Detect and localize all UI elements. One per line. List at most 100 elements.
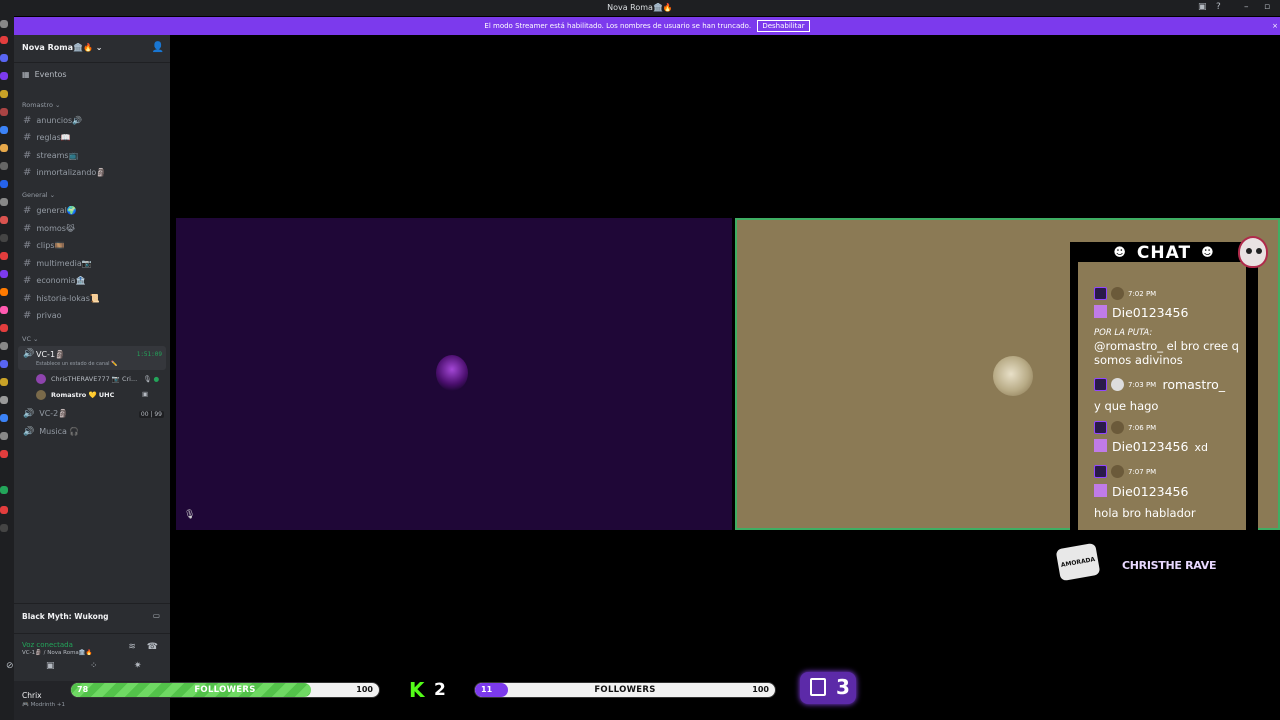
category-vc[interactable]: VC ⌄	[22, 335, 39, 343]
add-user-icon[interactable]: 👤	[152, 42, 164, 53]
channel-clips[interactable]: # clips🎞️	[23, 240, 64, 251]
channel-multimedia[interactable]: # multimedia📷	[23, 258, 92, 269]
server-icon[interactable]	[0, 144, 8, 152]
user-status: 🎮 Modrinth +1	[22, 702, 65, 708]
hashtag-icon: #	[23, 240, 32, 251]
avatar	[436, 355, 468, 391]
twitch-icon	[1094, 378, 1107, 391]
server-icon[interactable]	[0, 180, 8, 188]
channel-general[interactable]: # general🌍	[23, 205, 77, 216]
server-icon[interactable]	[0, 36, 8, 44]
calendar-icon: ▦	[22, 70, 30, 79]
server-icon[interactable]	[0, 162, 8, 170]
voice-channel-name: VC-1🗿	[36, 350, 65, 359]
server-icon[interactable]	[0, 216, 8, 224]
server-icon[interactable]	[0, 90, 8, 98]
disable-streamer-button[interactable]: Deshabilitar	[757, 20, 810, 32]
voice-duration: 1:51:09	[136, 351, 162, 358]
video-tile-user[interactable]: 🎙	[176, 218, 732, 530]
server-icon[interactable]	[0, 432, 8, 440]
window-title: Nova Roma🏛️🔥	[607, 3, 673, 12]
channel-historia-lokas[interactable]: # historia-lokas📜	[23, 293, 100, 304]
voice-connected-label[interactable]: Voz conectada	[22, 641, 73, 649]
channel-status[interactable]: Establece un estado de canal ✏️	[36, 361, 117, 367]
server-icon[interactable]	[0, 342, 8, 350]
server-icon[interactable]	[0, 378, 8, 386]
server-icon[interactable]	[0, 54, 8, 62]
voice-connection-panel: Voz conectada VC-1🗿 / Nova Roma🏛️🔥 ≋ ☎ ⊘…	[6, 633, 170, 673]
server-icon[interactable]	[0, 198, 8, 206]
voice-channel-vc2[interactable]: 🔊 VC-2🗿	[23, 409, 68, 419]
channel-streams[interactable]: # streams📺	[23, 150, 79, 161]
server-icon[interactable]	[0, 234, 8, 242]
server-icon[interactable]	[0, 72, 8, 80]
category-romastro[interactable]: Romastro ⌄	[22, 101, 60, 109]
server-name: Nova Roma🏛️🔥	[22, 43, 93, 52]
noise-suppression-icon[interactable]: ≋	[128, 642, 136, 652]
channel-economia[interactable]: # economia🏦	[23, 275, 85, 286]
server-icon[interactable]	[0, 20, 8, 28]
minimize-icon[interactable]: –	[1244, 2, 1249, 12]
camera-off-icon[interactable]: ⊘	[6, 661, 14, 671]
maximize-icon[interactable]: ▫	[1264, 2, 1270, 12]
events-item[interactable]: ▦ Eventos	[22, 70, 67, 79]
kick-count: 2	[434, 680, 446, 700]
server-icon[interactable]	[0, 486, 8, 494]
speaker-icon: 🔊	[23, 409, 35, 419]
channel-anuncios[interactable]: # anuncios🔊	[23, 115, 82, 126]
server-icon[interactable]	[0, 360, 8, 368]
server-icon[interactable]	[0, 506, 8, 514]
hashtag-icon: #	[23, 293, 32, 304]
events-label: Eventos	[34, 70, 67, 79]
soundboard-icon[interactable]: ✷	[134, 661, 142, 671]
avatar	[36, 374, 46, 384]
chat-message-meta: 7:02 PM	[1094, 287, 1156, 301]
server-header[interactable]: Nova Roma🏛️🔥 ⌄ 👤	[14, 35, 170, 63]
twitch-count: 3	[836, 675, 850, 699]
channel-momos[interactable]: # momos😹	[23, 223, 75, 234]
inbox-icon[interactable]: ▣	[1198, 2, 1207, 12]
server-icon[interactable]	[0, 524, 8, 532]
channel-inmortalizando[interactable]: # inmortalizando🗿	[23, 167, 106, 178]
server-icon[interactable]	[0, 270, 8, 278]
chat-header: ☻ CHAT ☻	[1070, 242, 1258, 263]
channel-reglas[interactable]: # reglas📖	[23, 132, 71, 143]
server-icon[interactable]	[0, 324, 8, 332]
activities-icon[interactable]: ⁘	[90, 661, 98, 671]
server-icon[interactable]	[0, 414, 8, 422]
server-rail	[0, 16, 14, 720]
user-count: 00	[140, 411, 149, 418]
disconnect-icon[interactable]: ☎	[147, 642, 158, 652]
hashtag-icon: #	[23, 275, 32, 286]
server-icon[interactable]	[0, 396, 8, 404]
server-icon[interactable]	[0, 108, 8, 116]
activity-panel[interactable]: Black Myth: Wukong ▭	[14, 603, 170, 633]
screen-share-icon[interactable]: ▣	[46, 661, 55, 671]
twitch-icon	[810, 678, 826, 696]
voice-channel-vc1[interactable]: 🔊 VC-1🗿 1:51:09 Establece un estado de c…	[18, 346, 166, 370]
category-general[interactable]: General ⌄	[22, 191, 55, 199]
channel-label: reglas📖	[36, 133, 71, 142]
voice-member[interactable]: ChrisTHERAVE777 📷 Cri... 🎙 ●	[36, 374, 159, 384]
message-body: xd	[1194, 441, 1208, 454]
server-icon[interactable]	[0, 450, 8, 458]
voice-member[interactable]: Romastro 💛 UHC ▣	[36, 390, 148, 400]
banner-message: El modo Streamer está habilitado. Los no…	[484, 22, 752, 30]
help-icon[interactable]: ?	[1216, 2, 1221, 12]
badge-icon	[1094, 484, 1107, 497]
server-icon[interactable]	[0, 252, 8, 260]
server-icon[interactable]	[0, 126, 8, 134]
close-banner-icon[interactable]: ×	[1272, 17, 1278, 35]
chat-username: Die0123456 xd	[1094, 439, 1208, 454]
activity-name: Black Myth: Wukong	[22, 612, 109, 621]
voice-channel-musica[interactable]: 🔊 Musica 🎧	[23, 427, 79, 437]
muted-mic-icon: 🎙	[184, 510, 196, 520]
streamer-tag: CHRISTHE RAVE	[1122, 559, 1217, 572]
goal-label: FOLLOWERS	[194, 685, 256, 695]
channel-privao[interactable]: # privao	[23, 310, 62, 321]
avatar	[1111, 421, 1124, 434]
server-icon[interactable]	[0, 288, 8, 296]
monitor-icon[interactable]: ▭	[153, 611, 160, 620]
server-icon[interactable]	[0, 306, 8, 314]
message-prefix: POR LA PUTA:	[1094, 328, 1153, 338]
